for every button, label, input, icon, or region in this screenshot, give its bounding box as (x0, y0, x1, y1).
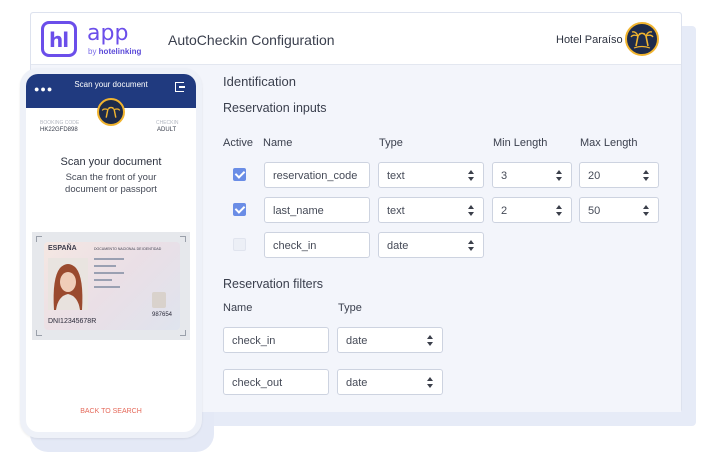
filter-type-check-in[interactable]: date (337, 327, 443, 353)
scan-corner (180, 330, 186, 336)
col-max-length: Max Length (580, 137, 638, 149)
palm-tree-logo-icon[interactable] (625, 22, 659, 56)
active-checkbox-last-name[interactable] (233, 203, 246, 216)
max-length-stepper-last-name[interactable]: 50 (579, 197, 659, 223)
page-title: AutoCheckin Configuration (168, 32, 335, 48)
hl-logo-icon[interactable]: hl (41, 21, 77, 57)
id-doc-title: DOCUMENTO NACIONAL DE IDENTIDAD (94, 247, 162, 251)
sort-arrows-icon (427, 377, 434, 389)
reservation-inputs-title: Reservation inputs (223, 101, 327, 115)
max-length-value: 50 (588, 205, 601, 217)
id-country: ESPAÑA (48, 245, 77, 252)
identification-title: Identification (223, 74, 296, 89)
sort-arrows-icon (468, 240, 475, 252)
min-length-stepper-reservation-code[interactable]: 3 (492, 162, 572, 188)
filter-type-value: date (346, 335, 368, 347)
filters-col-type: Type (338, 302, 362, 314)
back-to-search-link[interactable]: BACK TO SEARCH (26, 408, 196, 415)
active-checkbox-reservation-code[interactable] (233, 168, 246, 181)
phone-heading: Scan your document (60, 156, 162, 168)
filter-type-check-out[interactable]: date (337, 369, 443, 395)
exit-icon[interactable] (175, 82, 185, 92)
type-select-value: date (387, 240, 409, 252)
stage: hl app by hotelinking AutoCheckin Config… (0, 0, 701, 452)
sort-arrows-icon (468, 170, 475, 182)
sort-arrows-icon (556, 170, 563, 182)
logo-mark: hl (49, 28, 69, 52)
col-min-length: Min Length (493, 137, 548, 149)
reservation-filters-title: Reservation filters (223, 277, 324, 291)
brand-company: hotelinking (98, 47, 142, 56)
type-select-value: text (387, 205, 405, 217)
max-length-stepper-reservation-code[interactable]: 20 (579, 162, 659, 188)
hotel-name: Hotel Paraíso (556, 34, 623, 46)
id-mini-photo (152, 292, 166, 308)
guest-type-value: ADULT (157, 127, 177, 133)
type-select-last-name[interactable]: text (378, 197, 484, 223)
id-card: ESPAÑA DOCUMENTO NACIONAL DE IDENTIDAD D… (44, 242, 180, 330)
document-scan-area[interactable]: ESPAÑA DOCUMENTO NACIONAL DE IDENTIDAD D… (32, 232, 190, 340)
brand-by-prefix: by (88, 47, 99, 56)
name-field-last-name[interactable]: last_name (264, 197, 370, 223)
booking-code-value: HK22GFD898 (40, 127, 78, 133)
id-code: 987654 (152, 312, 173, 318)
sort-arrows-icon (468, 205, 475, 217)
phone-header-title: Scan your document (74, 80, 148, 89)
sort-arrows-icon (556, 205, 563, 217)
type-select-check-in[interactable]: date (378, 232, 484, 258)
filter-type-value: date (346, 377, 368, 389)
name-field-check-in[interactable]: check_in (264, 232, 370, 258)
name-field-reservation-code[interactable]: reservation_code (264, 162, 370, 188)
id-number: DNI12345678R (48, 318, 97, 325)
max-length-value: 20 (588, 170, 601, 182)
id-photo (48, 258, 88, 310)
scan-corner (36, 236, 42, 242)
scan-corner (36, 330, 42, 336)
main-content: Identification Reservation inputs Active… (201, 66, 681, 412)
min-length-value: 3 (501, 170, 508, 182)
sort-arrows-icon (427, 335, 434, 347)
guest-type-label: CHECKIN (156, 120, 179, 126)
col-name: Name (263, 137, 293, 149)
type-select-value: text (387, 170, 405, 182)
phone-mockup: ●●● Scan your document BOOKING CODE HK22… (20, 68, 202, 438)
active-checkbox-check-in[interactable] (233, 238, 246, 251)
type-select-reservation-code[interactable]: text (378, 162, 484, 188)
filter-name-check-in[interactable]: check_in (223, 327, 329, 353)
scan-corner (180, 236, 186, 242)
phone-subheading: Scan the front of your document or passp… (65, 172, 157, 195)
col-active: Active (223, 137, 253, 149)
sort-arrows-icon (643, 205, 650, 217)
phone-hotel-logo-icon (97, 98, 125, 126)
sort-arrows-icon (643, 170, 650, 182)
app-header: hl app by hotelinking AutoCheckin Config… (31, 13, 681, 65)
app-name: app (87, 21, 129, 46)
filter-name-check-out[interactable]: check_out (223, 369, 329, 395)
brand-byline: by hotelinking (88, 47, 141, 56)
id-text-lines (94, 258, 138, 293)
booking-code-label: BOOKING CODE (40, 120, 80, 126)
min-length-value: 2 (501, 205, 508, 217)
min-length-stepper-last-name[interactable]: 2 (492, 197, 572, 223)
col-type: Type (379, 137, 403, 149)
filters-col-name: Name (223, 302, 253, 314)
